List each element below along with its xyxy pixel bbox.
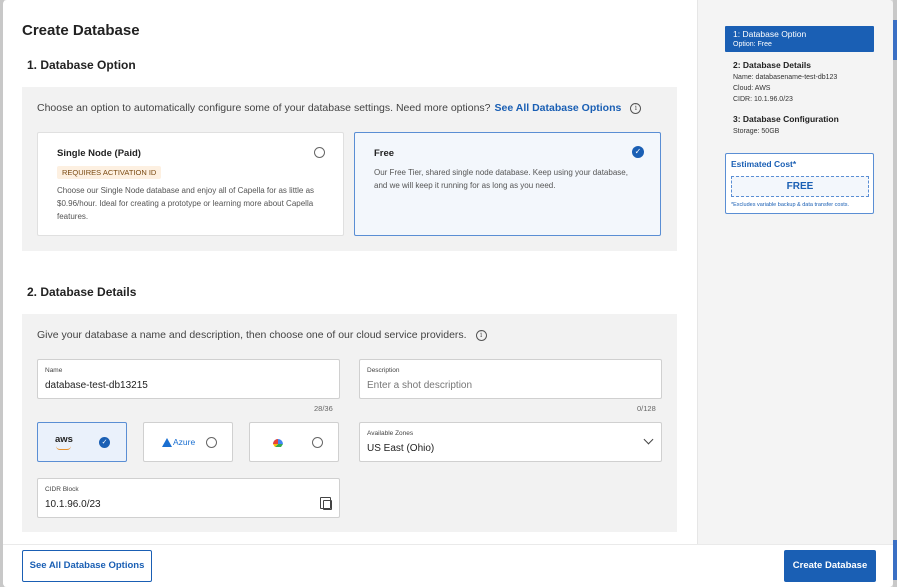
estimated-cost-value: FREE <box>731 176 869 197</box>
option-radio-single-node[interactable] <box>314 147 325 158</box>
azure-logo: Azure <box>162 437 195 447</box>
see-all-options-button[interactable]: See All Database Options <box>22 550 152 582</box>
selected-check-icon[interactable]: ✓ <box>632 146 644 158</box>
database-details-panel: Give your database a name and descriptio… <box>22 314 677 532</box>
step-1-title: 1: Database Option <box>733 29 807 39</box>
cidr-label: CIDR Block <box>45 486 79 493</box>
aws-logo: aws <box>55 434 73 450</box>
option-card-text-line: $0.96/hour. Ideal for creating a prototy… <box>57 199 314 208</box>
provider-azure[interactable]: Azure <box>143 422 233 462</box>
name-label: Name <box>45 367 63 374</box>
step-1-sub: Option: Free <box>733 41 772 48</box>
zones-label: Available Zones <box>367 430 414 437</box>
background-blip <box>893 540 897 580</box>
available-zones-select[interactable]: Available Zones US East (Ohio) <box>359 422 662 462</box>
name-char-counter: 28/36 <box>314 404 333 413</box>
section-database-option-heading: 1. Database Option <box>27 58 136 72</box>
background-edge-right <box>893 0 897 587</box>
see-all-options-link[interactable]: See All Database Options <box>495 102 622 114</box>
database-option-description-text: Choose an option to automatically config… <box>37 102 491 114</box>
description-placeholder[interactable]: Enter a shot description <box>367 380 472 391</box>
estimated-cost-title: Estimated Cost* <box>731 159 797 169</box>
chevron-down-icon[interactable] <box>643 434 654 445</box>
info-icon[interactable]: i <box>475 329 487 341</box>
description-label: Description <box>367 367 400 374</box>
step-2-title: 2: Database Details <box>733 60 811 70</box>
step-3-database-configuration[interactable]: 3: Database Configuration Storage: 50GB <box>733 114 839 137</box>
option-card-title: Free <box>374 148 395 159</box>
step-2-line: Cloud: AWS <box>733 85 771 92</box>
step-1-database-option[interactable]: 1: Database Option Option: Free <box>725 26 874 52</box>
option-card-text-line: Choose our Single Node database and enjo… <box>57 186 315 195</box>
option-card-text-line: Our Free Tier, shared single node databa… <box>374 168 628 177</box>
selected-check-icon[interactable]: ✓ <box>99 437 110 448</box>
page-title: Create Database <box>22 22 140 39</box>
database-details-description-text: Give your database a name and descriptio… <box>37 329 467 341</box>
create-database-button[interactable]: Create Database <box>784 550 876 582</box>
background-blip <box>893 20 897 60</box>
provider-radio-gcp[interactable] <box>312 437 323 448</box>
name-value[interactable]: database-test-db13215 <box>45 380 148 391</box>
section-database-details-heading: 2. Database Details <box>27 285 137 299</box>
provider-radio-azure[interactable] <box>206 437 217 448</box>
option-card-free[interactable]: Free ✓ Our Free Tier, shared single node… <box>354 132 661 236</box>
option-card-title: Single Node (Paid) <box>57 148 141 159</box>
modal-footer: See All Database Options Create Database <box>3 544 893 587</box>
cidr-block-field[interactable]: CIDR Block 10.1.96.0/23 <box>37 478 340 518</box>
main-content: Create Database 1. Database Option Choos… <box>3 0 697 544</box>
cidr-value[interactable]: 10.1.96.0/23 <box>45 499 101 510</box>
option-card-text-line: and we will keep it running for as long … <box>374 181 556 190</box>
google-cloud-logo <box>273 439 283 447</box>
step-3-sub: Storage: 50GB <box>733 128 780 135</box>
estimated-cost-box: Estimated Cost* FREE *Excludes variable … <box>725 153 874 214</box>
zones-value: US East (Ohio) <box>367 443 435 454</box>
database-option-panel: Choose an option to automatically config… <box>22 87 677 251</box>
requires-activation-badge: REQUIRES ACTIVATION ID <box>57 166 162 179</box>
step-3-title: 3: Database Configuration <box>733 114 839 124</box>
step-2-database-details[interactable]: 2: Database Details Name: databasename-t… <box>733 60 837 105</box>
description-char-counter: 0/128 <box>637 404 656 413</box>
step-2-line: CIDR: 10.1.96.0/23 <box>733 96 793 103</box>
name-field[interactable]: Name database-test-db13215 <box>37 359 340 399</box>
option-card-single-node[interactable]: Single Node (Paid) REQUIRES ACTIVATION I… <box>37 132 344 236</box>
copy-icon[interactable] <box>320 497 332 510</box>
info-icon[interactable]: i <box>630 102 642 114</box>
database-option-description: Choose an option to automatically config… <box>37 102 642 114</box>
provider-aws[interactable]: aws ✓ <box>37 422 127 462</box>
step-2-line: Name: databasename-test-db123 <box>733 74 838 81</box>
estimated-cost-note: *Excludes variable backup & data transfe… <box>731 202 850 208</box>
description-field[interactable]: Description Enter a shot description <box>359 359 662 399</box>
provider-gcp[interactable] <box>249 422 339 462</box>
progress-sidebar: 1: Database Option Option: Free 2: Datab… <box>697 0 893 544</box>
option-card-text-line: features. <box>57 212 89 221</box>
database-details-description: Give your database a name and descriptio… <box>37 329 487 341</box>
create-database-modal: Create Database 1. Database Option Choos… <box>3 0 893 587</box>
